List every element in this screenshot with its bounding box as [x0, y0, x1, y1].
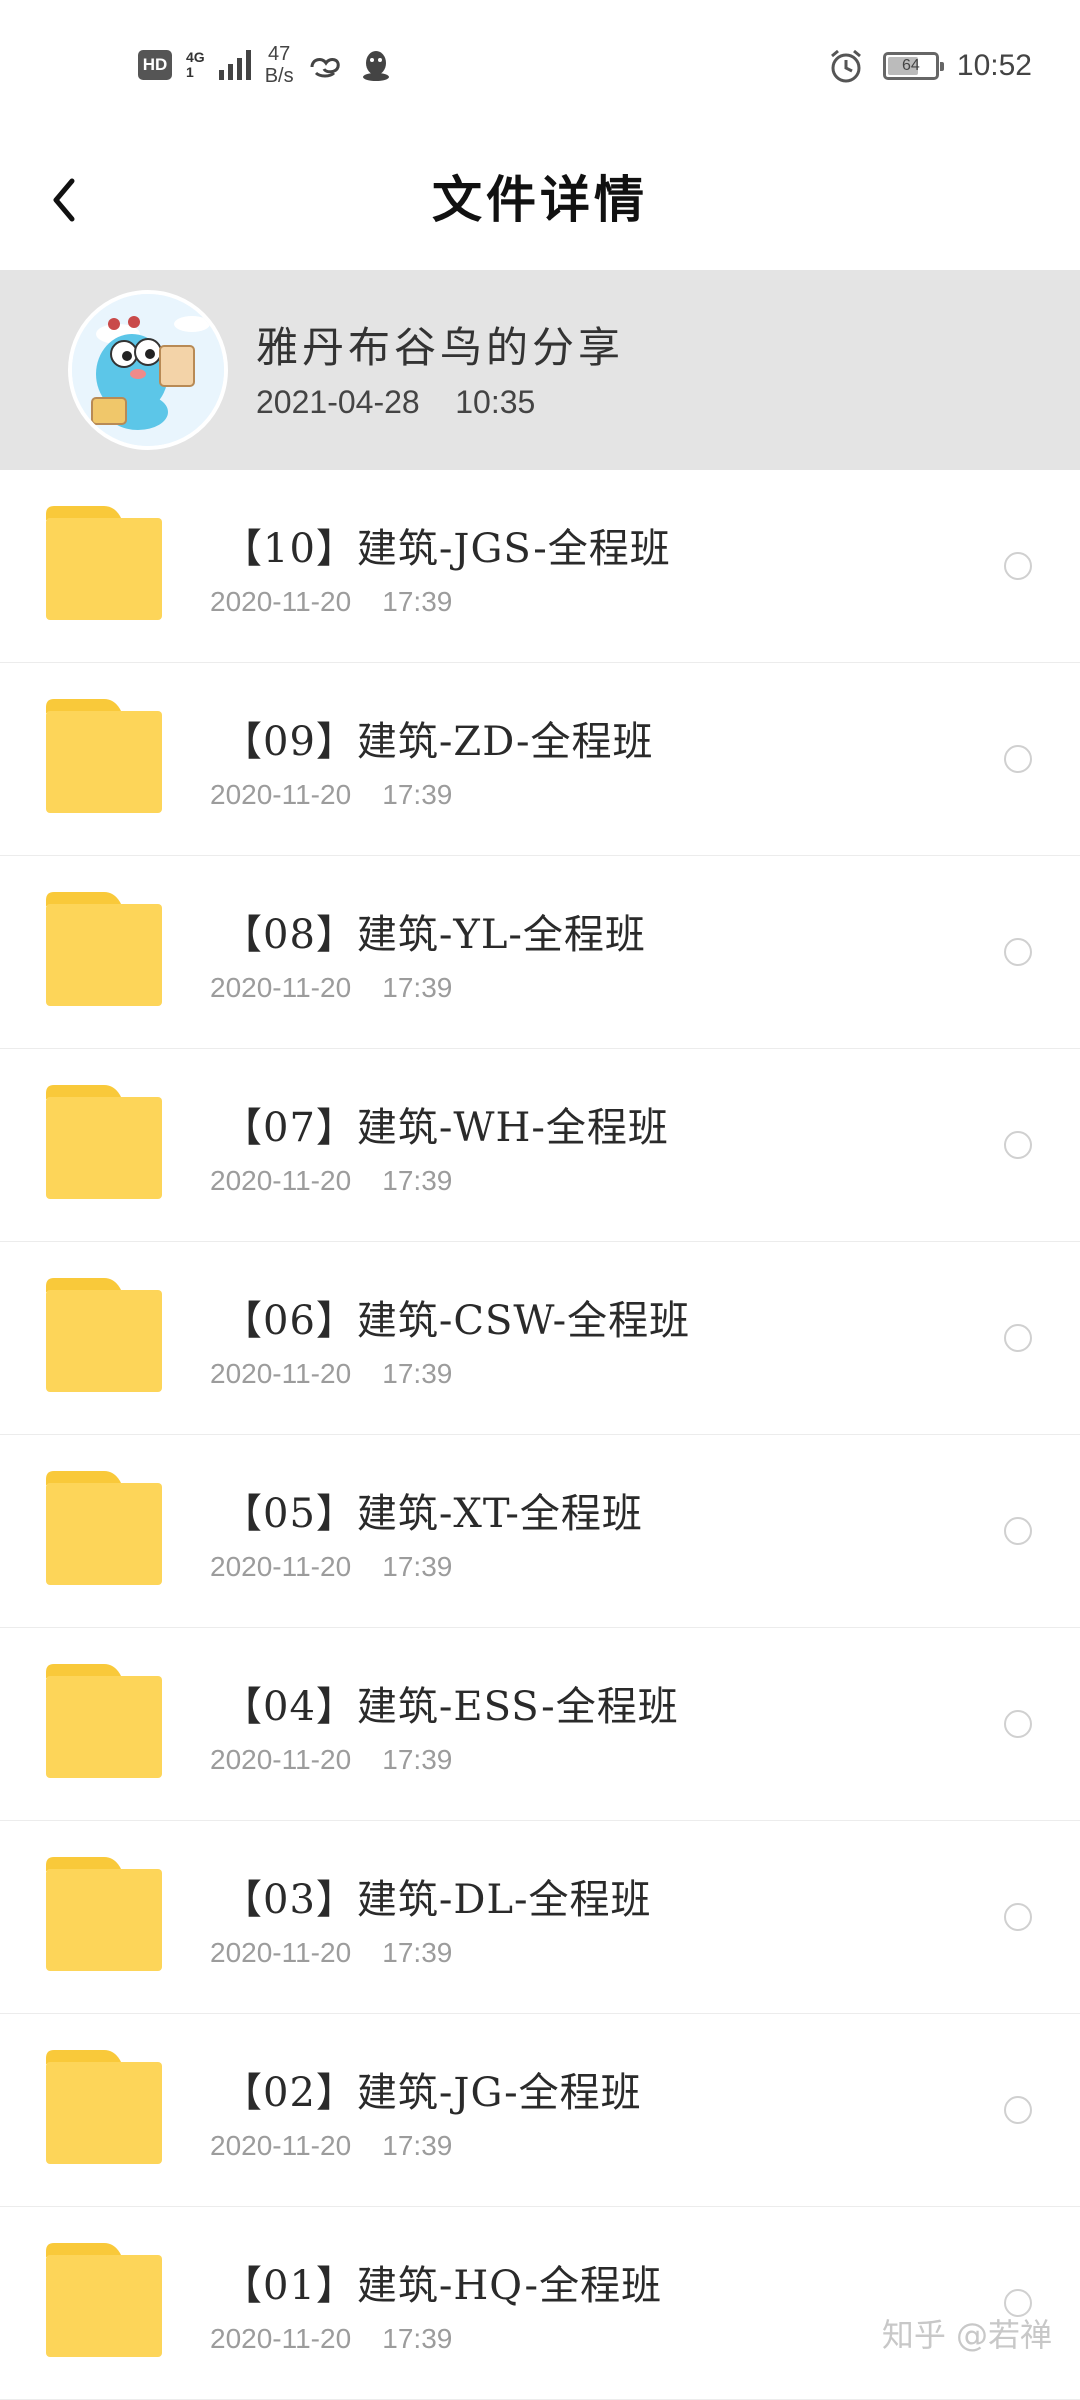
- file-date: 2020-11-20 17:39: [210, 2130, 453, 2161]
- folder-icon: [46, 1857, 162, 1971]
- file-name: 【08】建筑-YL-全程班: [222, 912, 646, 958]
- file-name: 【04】建筑-ESS-全程班: [222, 1684, 679, 1730]
- status-bar-left: HD 4G 1 47 B/s: [138, 40, 394, 90]
- status-bar-right: 64 10:52: [827, 44, 1032, 88]
- network-speed: 47 B/s: [265, 43, 294, 87]
- file-name: 【10】建筑-JGS-全程班: [222, 526, 671, 572]
- folder-icon: [46, 699, 162, 813]
- select-radio[interactable]: [1004, 2096, 1032, 2124]
- file-date: 2020-11-20 17:39: [210, 586, 453, 617]
- battery-icon: 64: [882, 52, 944, 80]
- file-row[interactable]: 【04】建筑-ESS-全程班 2020-11-20 17:39: [0, 1628, 1080, 1821]
- file-row[interactable]: 【06】建筑-CSW-全程班 2020-11-20 17:39: [0, 1242, 1080, 1435]
- select-radio[interactable]: [1004, 745, 1032, 773]
- folder-icon: [46, 2050, 162, 2164]
- file-row[interactable]: 【02】建筑-JG-全程班 2020-11-20 17:39: [0, 2014, 1080, 2207]
- share-info-card: 雅丹布谷鸟的分享 2021-04-28 10:35: [0, 270, 1080, 470]
- select-radio[interactable]: [1004, 1710, 1032, 1738]
- file-name: 【09】建筑-ZD-全程班: [222, 719, 654, 765]
- folder-icon: [46, 506, 162, 620]
- folder-icon: [46, 892, 162, 1006]
- file-date: 2020-11-20 17:39: [210, 1937, 453, 1968]
- file-row[interactable]: 【05】建筑-XT-全程班 2020-11-20 17:39: [0, 1435, 1080, 1628]
- file-row[interactable]: 【08】建筑-YL-全程班 2020-11-20 17:39: [0, 856, 1080, 1049]
- battery-level: 64: [902, 57, 920, 74]
- file-date: 2020-11-20 17:39: [210, 1358, 453, 1389]
- network-speed-unit: B/s: [264, 65, 294, 87]
- network-speed-value: 47: [268, 43, 291, 65]
- qq-penguin-icon: [362, 51, 389, 81]
- file-row[interactable]: 【03】建筑-DL-全程班 2020-11-20 17:39: [0, 1821, 1080, 2014]
- select-radio[interactable]: [1004, 1131, 1032, 1159]
- network-sub-label: 1: [186, 64, 194, 80]
- folder-icon: [46, 2243, 162, 2357]
- file-name: 【05】建筑-XT-全程班: [222, 1491, 643, 1537]
- watermark: 知乎 @若禅: [881, 2316, 1052, 2354]
- page-header: 文件详情: [0, 130, 1080, 270]
- folder-icon: [46, 1471, 162, 1585]
- back-button[interactable]: [44, 160, 124, 240]
- file-row[interactable]: 【01】建筑-HQ-全程班 2020-11-20 17:39: [0, 2207, 1080, 2400]
- file-name: 【06】建筑-CSW-全程班: [222, 1298, 691, 1344]
- file-date: 2020-11-20 17:39: [210, 1744, 453, 1775]
- file-date: 2020-11-20 17:39: [210, 972, 453, 1003]
- select-radio[interactable]: [1004, 938, 1032, 966]
- file-date: 2020-11-20 17:39: [210, 779, 453, 810]
- share-time: 2021-04-28 10:35: [256, 384, 536, 420]
- file-row[interactable]: 【09】建筑-ZD-全程班 2020-11-20 17:39: [0, 663, 1080, 856]
- select-radio[interactable]: [1004, 1324, 1032, 1352]
- file-date: 2020-11-20 17:39: [210, 1165, 453, 1196]
- status-bar: HD 4G 1 47 B/s 64 10:52: [0, 0, 1080, 130]
- folder-icon: [46, 1278, 162, 1392]
- chevron-left-icon: [53, 178, 75, 222]
- folder-icon: [46, 1664, 162, 1778]
- cloud-swirl-icon: [310, 58, 340, 78]
- file-name: 【07】建筑-WH-全程班: [222, 1105, 669, 1151]
- sharer-name: 雅丹布谷鸟的分享: [256, 323, 625, 372]
- select-radio[interactable]: [1004, 1903, 1032, 1931]
- file-date: 2020-11-20 17:39: [210, 2323, 453, 2354]
- select-radio[interactable]: [1004, 1517, 1032, 1545]
- select-radio[interactable]: [1004, 552, 1032, 580]
- network-type-label: 4G: [186, 49, 205, 65]
- file-row[interactable]: 【07】建筑-WH-全程班 2020-11-20 17:39: [0, 1049, 1080, 1242]
- folder-icon: [46, 1085, 162, 1199]
- signal-icon: [218, 50, 251, 80]
- clock-time: 10:52: [956, 49, 1032, 82]
- alarm-clock-icon: [830, 49, 861, 83]
- file-name: 【01】建筑-HQ-全程班: [222, 2263, 663, 2309]
- file-list: 【10】建筑-JGS-全程班 2020-11-20 17:39 【09】建筑-Z…: [0, 470, 1080, 2400]
- network-type: 4G 1: [186, 50, 205, 80]
- cartoon-bird-avatar-icon: [72, 294, 224, 446]
- file-name: 【03】建筑-DL-全程班: [222, 1877, 652, 1923]
- file-name: 【02】建筑-JG-全程班: [222, 2070, 642, 2116]
- avatar[interactable]: [68, 290, 228, 450]
- file-date: 2020-11-20 17:39: [210, 1551, 453, 1582]
- hd-badge: HD: [138, 50, 172, 80]
- page-title: 文件详情: [432, 170, 648, 229]
- file-row[interactable]: 【10】建筑-JGS-全程班 2020-11-20 17:39: [0, 470, 1080, 663]
